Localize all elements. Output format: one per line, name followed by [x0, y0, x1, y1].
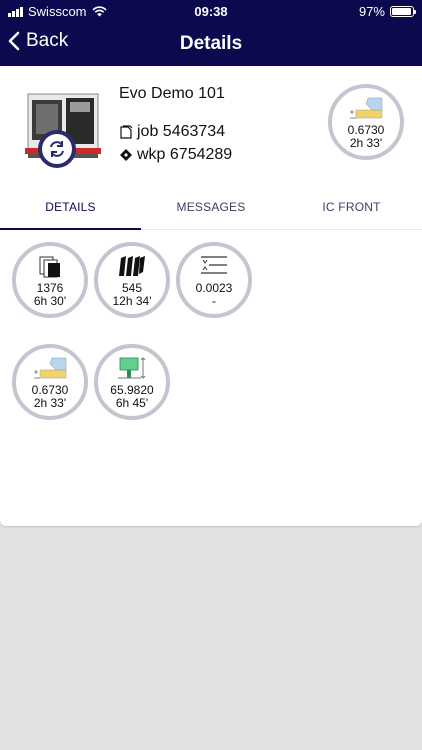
- header-gauge[interactable]: 0.6730 2h 33': [328, 84, 404, 160]
- machine-name: Evo Demo 101: [119, 85, 225, 102]
- job-icon: [120, 125, 133, 139]
- workpiece-icon: [120, 149, 132, 161]
- active-tab-indicator: [0, 228, 141, 230]
- tool-wear-icon: [350, 97, 383, 119]
- measurement-icon: [118, 357, 146, 379]
- gauge-tolerance[interactable]: 0.0023 -: [176, 242, 252, 318]
- status-bar: Swisscom 09:38 97%: [0, 0, 422, 22]
- tab-bar: DETAILS MESSAGES IC FRONT: [0, 192, 422, 230]
- navigation-bar: Back Details: [0, 22, 422, 66]
- sync-button[interactable]: [38, 130, 76, 168]
- battery-percent: 97%: [358, 4, 385, 19]
- workpiece-number: wkp 6754289: [137, 146, 233, 163]
- gauge-time: 6h 30': [33, 294, 67, 308]
- gauge-time: 12h 34': [112, 294, 152, 308]
- gauge-time: 6h 45': [115, 396, 149, 410]
- job-row: job 5463734: [119, 123, 225, 141]
- sync-icon: [50, 141, 64, 157]
- gauge-time: 2h 33': [349, 136, 383, 150]
- tab-messages[interactable]: MESSAGES: [141, 192, 281, 230]
- tab-details[interactable]: DETAILS: [0, 192, 141, 230]
- wkp-row: wkp 6754289: [119, 146, 232, 164]
- gauge-measurement[interactable]: 65.9820 6h 45': [94, 344, 170, 420]
- details-card: Evo Demo 101 job 5463734 wkp 6754289 0.6…: [0, 66, 422, 526]
- battery-icon: [390, 6, 416, 17]
- tab-ic-front[interactable]: IC FRONT: [281, 192, 422, 230]
- documents-icon: [39, 256, 60, 278]
- gauge-documents[interactable]: 1376 6h 30': [12, 242, 88, 318]
- parts-icon: [119, 256, 145, 276]
- tool-wear-icon: [34, 357, 67, 379]
- page-title: Details: [179, 33, 243, 54]
- gauge-time: -: [212, 294, 216, 308]
- gauge-time: 2h 33': [33, 396, 67, 410]
- job-number: job 5463734: [137, 123, 226, 140]
- tolerance-icon: [201, 256, 227, 274]
- gauge-tool-wear[interactable]: 0.6730 2h 33': [12, 344, 88, 420]
- gauge-parts[interactable]: 545 12h 34': [94, 242, 170, 318]
